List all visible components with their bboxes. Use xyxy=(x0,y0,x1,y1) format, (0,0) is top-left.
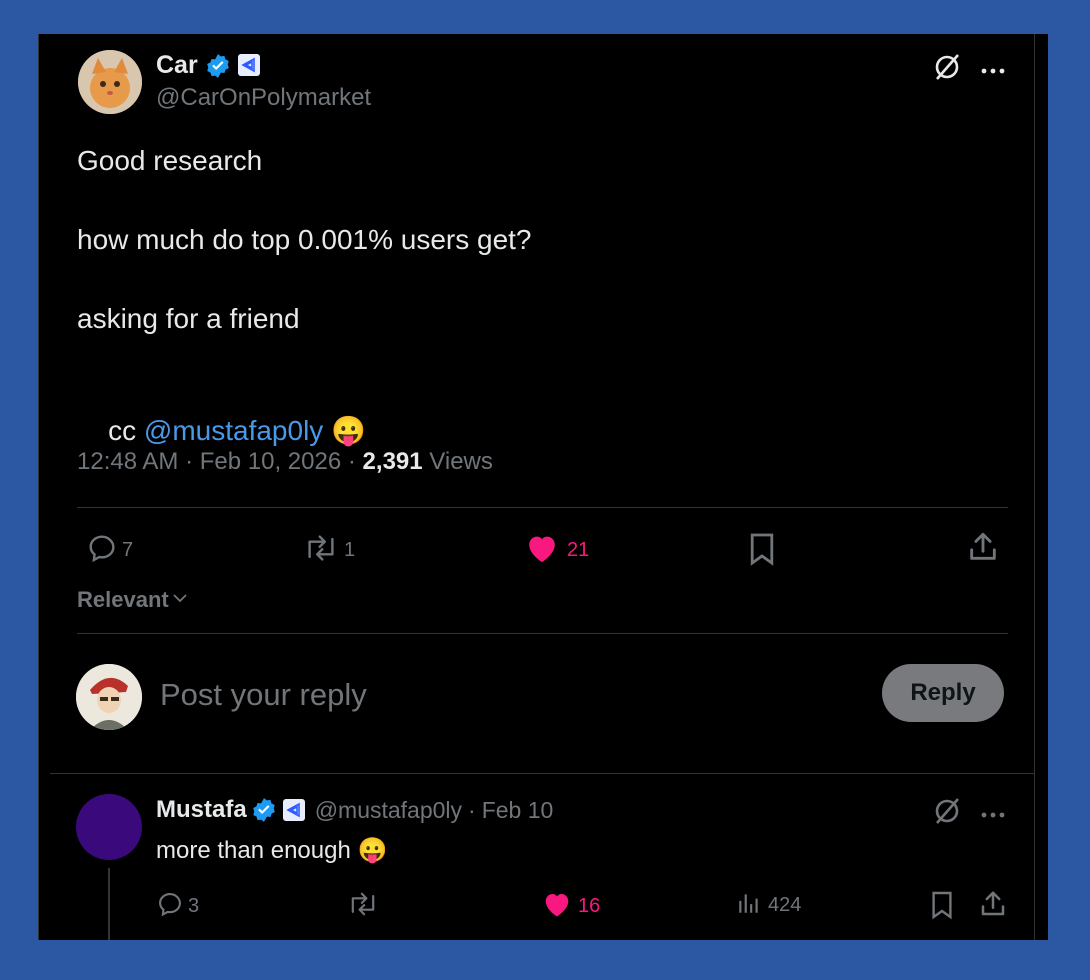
grok-icon[interactable] xyxy=(932,52,962,87)
bookmark-icon[interactable] xyxy=(748,532,776,571)
post-text-line: Good research xyxy=(77,145,263,176)
views-count: 424 xyxy=(768,894,802,916)
like-action[interactable]: 21 xyxy=(525,532,589,569)
cc-prefix: cc xyxy=(108,415,144,446)
right-border xyxy=(1034,34,1035,940)
analytics-icon xyxy=(736,890,762,921)
user-avatar[interactable] xyxy=(76,664,142,730)
views-action[interactable]: 424 xyxy=(736,890,801,921)
heart-filled-icon xyxy=(525,532,559,569)
grok-icon[interactable] xyxy=(932,796,962,831)
repost-action[interactable]: 1 xyxy=(302,532,355,569)
views-label: Views xyxy=(429,448,493,475)
like-count: 21 xyxy=(567,539,590,561)
affiliate-badge-icon xyxy=(282,799,305,821)
author-avatar[interactable] xyxy=(78,50,142,114)
reply-date[interactable]: Feb 10 xyxy=(482,797,554,824)
share-icon[interactable] xyxy=(978,889,1008,924)
more-options-icon[interactable] xyxy=(980,62,1006,80)
meta-separator: · xyxy=(347,448,356,475)
left-border xyxy=(38,34,39,940)
post-detail-panel: Car @CarOnPolymarket Good research how m… xyxy=(38,34,1048,940)
author-handle[interactable]: @CarOnPolymarket xyxy=(156,84,371,112)
affiliate-badge-icon xyxy=(238,54,260,76)
like-count: 16 xyxy=(578,895,601,917)
post-date[interactable]: Feb 10, 2026 xyxy=(200,448,341,475)
author-name[interactable]: Car xyxy=(156,51,198,80)
repost-count: 1 xyxy=(344,539,356,561)
reply-action[interactable]: 7 xyxy=(86,532,133,569)
reply-author-handle[interactable]: @mustafap0ly xyxy=(315,797,462,824)
share-icon[interactable] xyxy=(966,530,1000,569)
verified-check-icon xyxy=(205,53,231,84)
verified-check-icon xyxy=(251,797,277,823)
sort-label: Relevant xyxy=(77,587,169,612)
post-meta: 12:48 AM · Feb 10, 2026 · 2,391 Views xyxy=(77,448,493,476)
thread-line xyxy=(108,868,110,940)
reply-author-avatar[interactable] xyxy=(76,794,142,860)
tongue-emoji: 😛 xyxy=(357,837,388,864)
repost-icon[interactable] xyxy=(346,890,380,923)
reply-author-name[interactable]: Mustafa xyxy=(156,796,247,824)
bookmark-icon[interactable] xyxy=(930,890,954,925)
post-time[interactable]: 12:48 AM xyxy=(77,448,178,475)
reply-button[interactable]: Reply xyxy=(882,664,1004,722)
more-options-icon[interactable] xyxy=(980,806,1006,824)
divider xyxy=(77,633,1008,634)
chevron-down-icon xyxy=(172,591,188,609)
tongue-emoji: 😛 xyxy=(331,415,367,446)
post-text-line: how much do top 0.001% users get? xyxy=(77,224,532,255)
views-count: 2,391 xyxy=(362,448,423,475)
reply-icon xyxy=(156,890,184,923)
sort-dropdown[interactable]: Relevant xyxy=(77,587,188,613)
post-text-line: asking for a friend xyxy=(77,303,300,334)
reply-action[interactable]: 3 xyxy=(156,890,199,923)
mention-link[interactable]: @mustafap0ly xyxy=(144,415,323,446)
like-action[interactable]: 16 xyxy=(542,890,600,923)
reply-icon xyxy=(86,532,118,569)
repost-icon xyxy=(302,532,340,569)
reply-count: 3 xyxy=(188,895,200,917)
reply-text-body: more than enough xyxy=(156,837,351,864)
reply-input[interactable] xyxy=(158,670,762,720)
reply-text: more than enough 😛 xyxy=(156,836,387,865)
divider xyxy=(77,507,1008,508)
reply-header: Mustafa @mustafap0ly · Feb 10 xyxy=(156,796,553,824)
reply-count: 7 xyxy=(122,539,134,561)
heart-filled-icon xyxy=(542,890,572,923)
meta-separator: · xyxy=(185,448,194,475)
divider xyxy=(50,773,1034,774)
meta-separator: · xyxy=(468,796,476,823)
